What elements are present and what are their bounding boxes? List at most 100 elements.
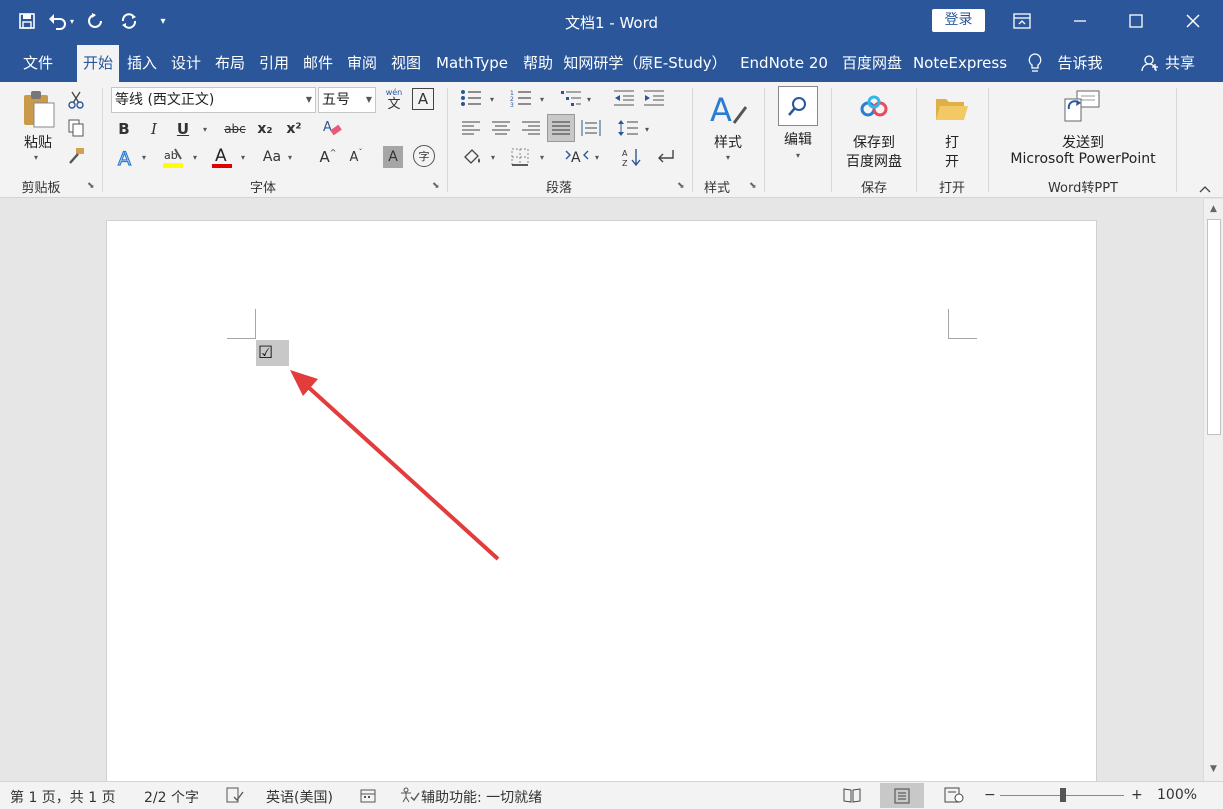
numbering-dropdown-icon[interactable]: ▾	[540, 95, 544, 104]
text-effects-icon[interactable]: A	[114, 146, 138, 170]
superscript-button[interactable]: x²	[283, 118, 305, 140]
minimize-icon[interactable]	[1052, 0, 1108, 42]
line-spacing-icon[interactable]	[616, 118, 640, 138]
send-to-ppt-line1[interactable]: 发送到	[1000, 132, 1166, 152]
zoom-level[interactable]: 100%	[1157, 787, 1197, 803]
tab-home[interactable]: 开始	[77, 45, 119, 82]
proofing-icon[interactable]	[226, 787, 244, 807]
subscript-button[interactable]: x₂	[254, 118, 276, 140]
format-painter-icon[interactable]	[66, 146, 86, 166]
word-count[interactable]: 2/2 个字	[144, 787, 199, 807]
tab-view[interactable]: 视图	[386, 45, 426, 82]
styles-launcher-icon[interactable]: ⬊	[749, 181, 757, 191]
tab-file[interactable]: 文件	[14, 45, 62, 82]
paragraph-launcher-icon[interactable]: ⬊	[677, 181, 685, 191]
change-case-dropdown-icon[interactable]: ▾	[288, 153, 292, 162]
editing-button[interactable]: 编辑	[770, 129, 826, 149]
line-spacing-dropdown-icon[interactable]: ▾	[645, 125, 649, 134]
close-icon[interactable]	[1165, 0, 1221, 42]
cut-icon[interactable]	[66, 90, 86, 110]
sort-icon[interactable]: AZ	[620, 146, 644, 168]
multilevel-dropdown-icon[interactable]: ▾	[587, 95, 591, 104]
underline-dropdown-icon[interactable]: ▾	[203, 125, 207, 134]
maximize-icon[interactable]	[1108, 0, 1164, 42]
tab-help[interactable]: 帮助	[518, 45, 558, 82]
vertical-scrollbar[interactable]: ▲ ▼	[1203, 199, 1223, 781]
baidu-cloud-icon[interactable]	[856, 92, 892, 122]
zoom-in-button[interactable]: +	[1131, 787, 1143, 803]
tab-mailings[interactable]: 邮件	[298, 45, 338, 82]
font-size-combo[interactable]: 五号 ▼	[318, 87, 376, 113]
tab-layout[interactable]: 布局	[210, 45, 250, 82]
bullets-icon[interactable]	[458, 88, 484, 108]
macro-record-icon[interactable]	[360, 787, 376, 807]
share-user-icon[interactable]	[1140, 45, 1160, 82]
language-indicator[interactable]: 英语(美国)	[266, 787, 333, 807]
font-name-dropdown-icon[interactable]: ▼	[306, 88, 312, 112]
tab-baidu-netdisk[interactable]: 百度网盘	[838, 45, 906, 82]
font-color-icon[interactable]: A	[210, 144, 234, 170]
open-line1[interactable]: 打	[930, 132, 974, 152]
tab-review[interactable]: 审阅	[342, 45, 382, 82]
decrease-indent-icon[interactable]	[612, 88, 636, 108]
tab-noteexpress[interactable]: NoteExpress	[910, 45, 1010, 82]
login-button[interactable]: 登录	[932, 9, 985, 32]
increase-indent-icon[interactable]	[642, 88, 666, 108]
font-name-combo[interactable]: 等线 (西文正文) ▼	[111, 87, 316, 113]
send-to-ppt-line2[interactable]: Microsoft PowerPoint	[1000, 151, 1166, 167]
copy-icon[interactable]	[66, 118, 86, 138]
multilevel-list-icon[interactable]	[558, 88, 584, 108]
tell-me-search[interactable]: 告诉我	[1052, 45, 1108, 82]
tab-insert[interactable]: 插入	[122, 45, 162, 82]
collapse-ribbon-icon[interactable]	[1196, 182, 1214, 196]
tab-endnote[interactable]: EndNote 20	[736, 45, 832, 82]
align-center-icon[interactable]	[490, 118, 512, 138]
tab-references[interactable]: 引用	[254, 45, 294, 82]
web-layout-icon[interactable]	[944, 787, 964, 807]
zoom-slider-thumb[interactable]	[1060, 788, 1066, 802]
styles-icon[interactable]: A	[706, 88, 750, 130]
accessibility-status[interactable]: 辅助功能: 一切就绪	[421, 787, 542, 807]
distributed-icon[interactable]	[580, 118, 602, 138]
read-mode-icon[interactable]	[843, 787, 861, 807]
justify-icon[interactable]	[547, 114, 575, 142]
scroll-thumb[interactable]	[1207, 219, 1221, 435]
styles-dropdown-icon[interactable]: ▾	[726, 153, 730, 162]
strikethrough-button[interactable]: abc	[220, 118, 250, 140]
tab-mathtype[interactable]: MathType	[431, 45, 513, 82]
accessibility-icon[interactable]	[400, 787, 420, 807]
change-case-button[interactable]: Aa	[259, 146, 285, 168]
font-color-dropdown-icon[interactable]: ▾	[241, 153, 245, 162]
grow-font-button[interactable]: A ^	[318, 146, 338, 168]
paste-dropdown-icon[interactable]: ▾	[34, 153, 38, 162]
zoom-out-button[interactable]: −	[984, 787, 996, 803]
highlight-color-icon[interactable]: ab	[160, 144, 186, 170]
styles-button[interactable]: 样式	[700, 132, 756, 152]
clear-formatting-icon[interactable]: A	[320, 116, 344, 140]
bullets-dropdown-icon[interactable]: ▾	[490, 95, 494, 104]
borders-dropdown-icon[interactable]: ▾	[540, 153, 544, 162]
align-left-icon[interactable]	[460, 118, 482, 138]
highlight-dropdown-icon[interactable]: ▾	[193, 153, 197, 162]
paste-icon[interactable]	[18, 88, 58, 130]
chinese-layout-dropdown-icon[interactable]: ▾	[595, 153, 599, 162]
numbering-icon[interactable]: 123	[508, 88, 534, 108]
save-to-baidu-line2[interactable]: 百度网盘	[838, 151, 910, 171]
enclose-characters-icon[interactable]: 字	[413, 145, 435, 167]
scroll-up-icon[interactable]: ▲	[1204, 201, 1223, 217]
font-size-dropdown-icon[interactable]: ▼	[366, 88, 372, 112]
open-line2[interactable]: 开	[930, 151, 974, 171]
tab-design[interactable]: 设计	[166, 45, 206, 82]
lightbulb-icon[interactable]	[1025, 45, 1045, 82]
underline-button[interactable]: U	[173, 118, 193, 140]
show-formatting-icon[interactable]	[654, 146, 678, 168]
editing-dropdown-icon[interactable]: ▾	[796, 151, 800, 160]
shrink-font-button[interactable]: Aˇ	[346, 146, 366, 168]
clipboard-launcher-icon[interactable]: ⬊	[87, 181, 95, 191]
font-launcher-icon[interactable]: ⬊	[432, 181, 440, 191]
send-to-ppt-icon[interactable]	[1062, 88, 1102, 124]
text-effects-dropdown-icon[interactable]: ▾	[142, 153, 146, 162]
shading-icon[interactable]	[460, 146, 484, 168]
open-folder-icon[interactable]	[932, 92, 972, 124]
bold-button[interactable]: B	[114, 118, 134, 140]
